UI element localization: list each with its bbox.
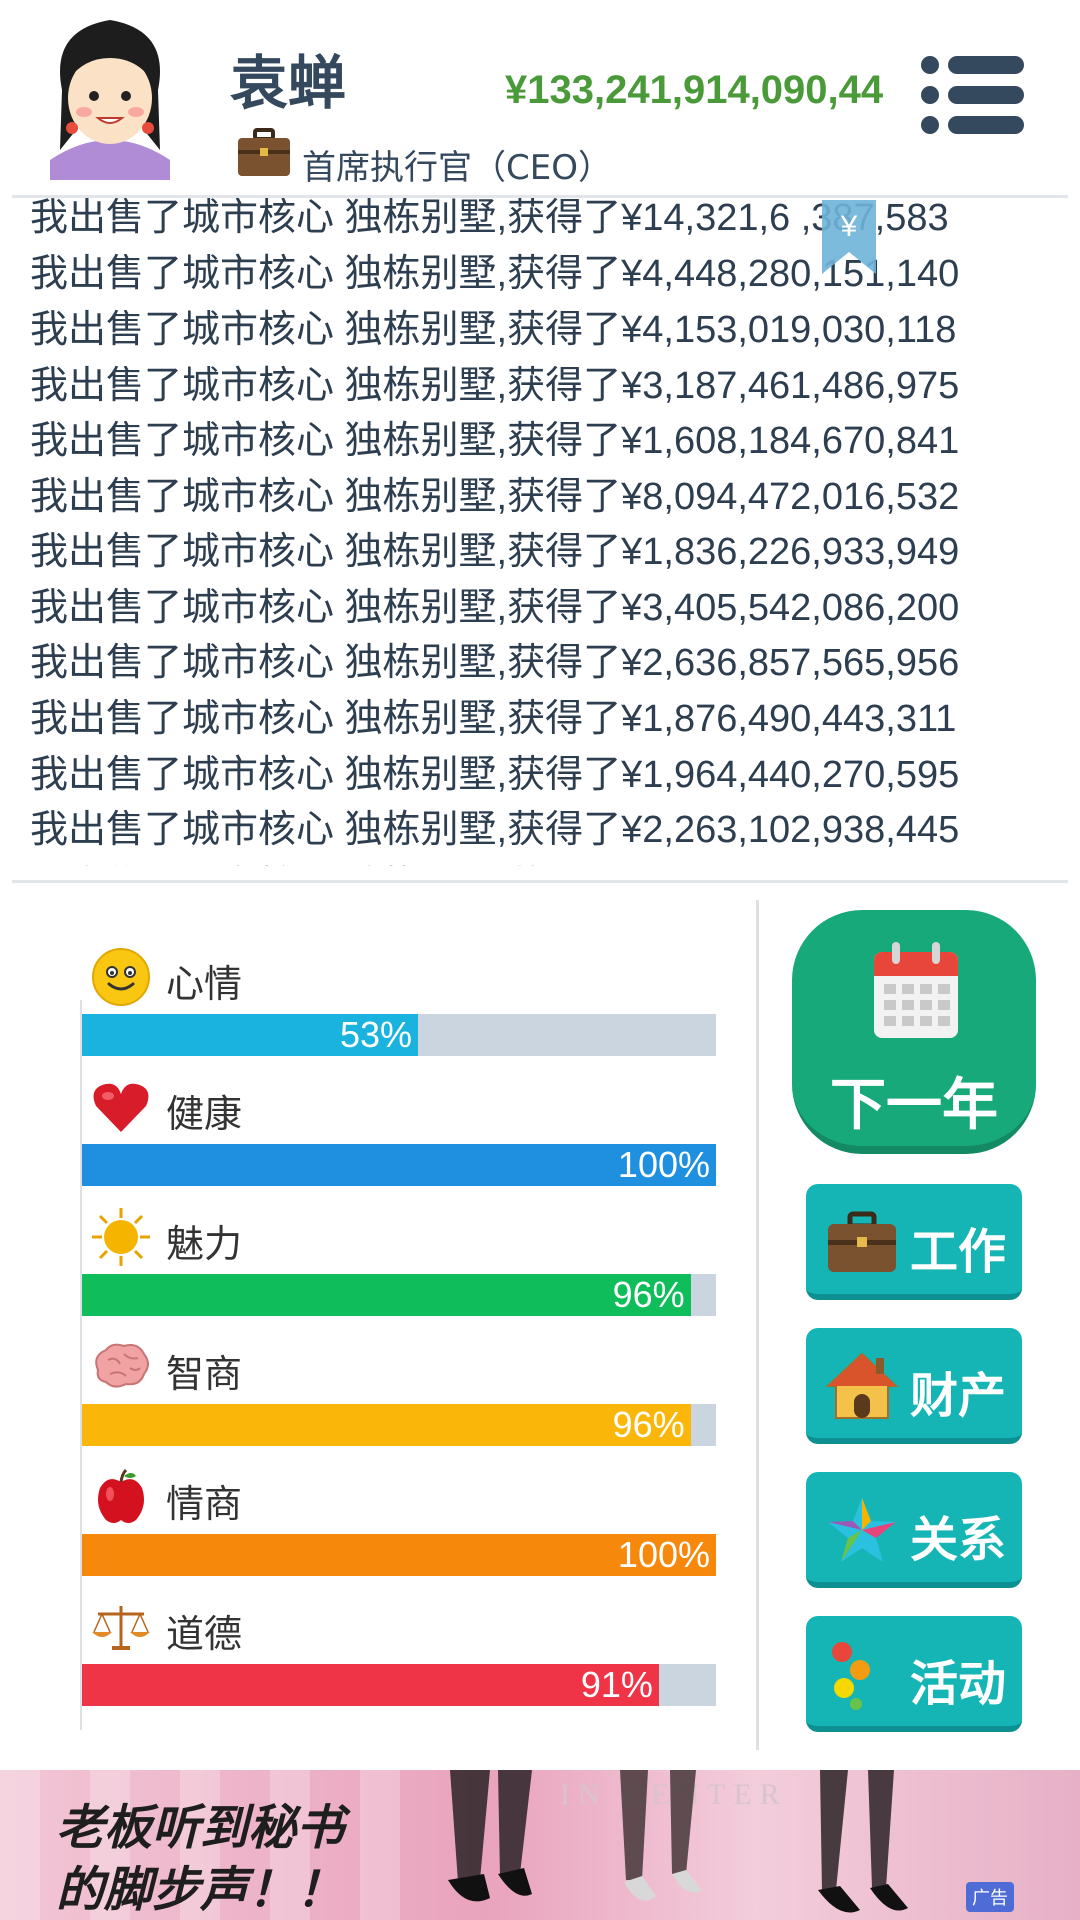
eq-bar-fill: 100% [82,1534,716,1576]
health-percent: 100% [617,1144,710,1185]
log-line: 我出售了城市核心 独栋别墅,获得了¥3,405,542,086,200 [30,587,960,629]
briefcase-icon [238,128,290,176]
player-name: 袁蝉 [230,49,347,117]
relations-label: 关系 [910,1512,1007,1568]
work-label: 工作 [910,1224,1007,1280]
activities-button[interactable]: 活动 [806,1616,1022,1732]
log-divider [12,880,1068,883]
house-icon [826,1352,898,1419]
job-title: 首席执行官（CEO） [302,148,612,188]
charm-bar: 96% [82,1274,716,1316]
stats-axis-line [80,1000,82,1730]
log-line: 我出售了城市核心 独栋别墅,获得了¥1,836,226,933,949 [30,531,960,573]
work-button[interactable]: 工作 [806,1184,1022,1300]
health-bar: 100% [82,1144,716,1186]
health-bar-fill: 100% [82,1144,716,1186]
brain-icon [95,1343,149,1388]
log-line: 我出售了城市核心 独栋别墅,获得了¥1,876,490,443,311 [30,698,957,740]
stat-label-iq: 智商 [166,1352,243,1396]
menu-icon[interactable] [920,55,1024,135]
ad-badge: 广告 [966,1882,1014,1912]
log-line: 我出售了城市核心 独栋别墅,获得了¥2,636,857,565,956 [30,642,960,684]
scales-icon [92,1606,150,1650]
briefcase-icon [828,1211,896,1272]
assets-button[interactable]: 财产 [806,1328,1022,1444]
log-line: 我出售了城市核心 独栋别墅,获得了¥3,187,461,486,975 [30,365,960,407]
star-icon [828,1498,896,1562]
stat-label-charm: 魅力 [166,1222,243,1266]
ad-legs-image [448,1770,908,1913]
bookmark-symbol: ¥ [840,210,858,243]
stat-label-mood: 心情 [166,962,243,1006]
yen-bookmark-icon[interactable]: ¥ [822,200,876,274]
iq-bar-fill: 96% [82,1404,691,1446]
log-line: 我出售了城市核心 独栋别墅,获得了¥4,448,280,151,140 [30,253,960,295]
assets-label: 财产 [910,1368,1007,1424]
activity-dots-icon [832,1642,870,1710]
iq-bar: 96% [82,1404,716,1446]
next-year-label: 下一年 [830,1073,998,1138]
heart-icon [93,1083,149,1132]
ad-headline-line2: 的脚步声！！ [56,1862,345,1918]
smiley-icon [92,948,150,1006]
money-balance: ¥133,241,914,090,44 [505,68,884,112]
ad-headline-line1: 老板听到秘书 [56,1800,345,1856]
log-line: 我出售了城市核心 独栋别墅,获得了¥8,094,472,016,532 [30,476,960,518]
mood-bar-fill: 53% [82,1014,419,1056]
log-line: 我出售了城市核心 独栋别墅,获得了¥4,153,019,030,118 [30,309,957,351]
stat-label-eq: 情商 [166,1482,243,1526]
log-line: 我出售了城市核心 独栋别墅,获得了¥2,263,102,938,445 [30,809,960,851]
morality-bar: 91% [82,1664,716,1706]
morality-percent: 91% [580,1664,653,1705]
stat-label-health: 健康 [166,1092,243,1136]
avatar[interactable] [40,10,180,180]
log-line: 我出售了城市核心 独栋别墅,获得了¥14,321,6 ,387,583 [30,198,949,239]
mood-bar: 53% [82,1014,716,1056]
log-line: 我出售了城市核心 独栋别墅,获得了 [30,858,621,866]
log-line: 我出售了城市核心 独栋别墅,获得了¥1,964,440,270,595 [30,754,960,796]
log-line: 我出售了城市核心 独栋别墅,获得了¥1,608,184,670,841 [30,420,960,462]
morality-bar-fill: 91% [82,1664,659,1706]
calendar-icon [874,942,958,1038]
mood-percent: 53% [339,1014,413,1055]
stat-label-morality: 道德 [166,1612,243,1656]
event-log[interactable]: 我出售了城市核心 独栋别墅,获得了¥14,321,6 ,387,583 我出售了… [0,198,1080,866]
charm-percent: 96% [612,1274,685,1315]
profile-header: 袁蝉 ¥133,241,914,090,44 首席执行官（CEO） [0,0,1080,196]
next-year-button[interactable]: 下一年 [792,910,1036,1154]
activities-label: 活动 [910,1656,1007,1712]
eq-bar: 100% [82,1534,716,1576]
ad-banner[interactable]: IN CENTER 老板听到秘书 的脚步声！！ 广告 [0,1770,1080,1920]
sun-icon [92,1208,150,1266]
charm-bar-fill: 96% [82,1274,691,1316]
section-divider [756,900,759,1750]
iq-percent: 96% [612,1404,685,1445]
relations-button[interactable]: 关系 [806,1472,1022,1588]
eq-percent: 100% [617,1534,710,1575]
apple-icon [98,1468,144,1523]
